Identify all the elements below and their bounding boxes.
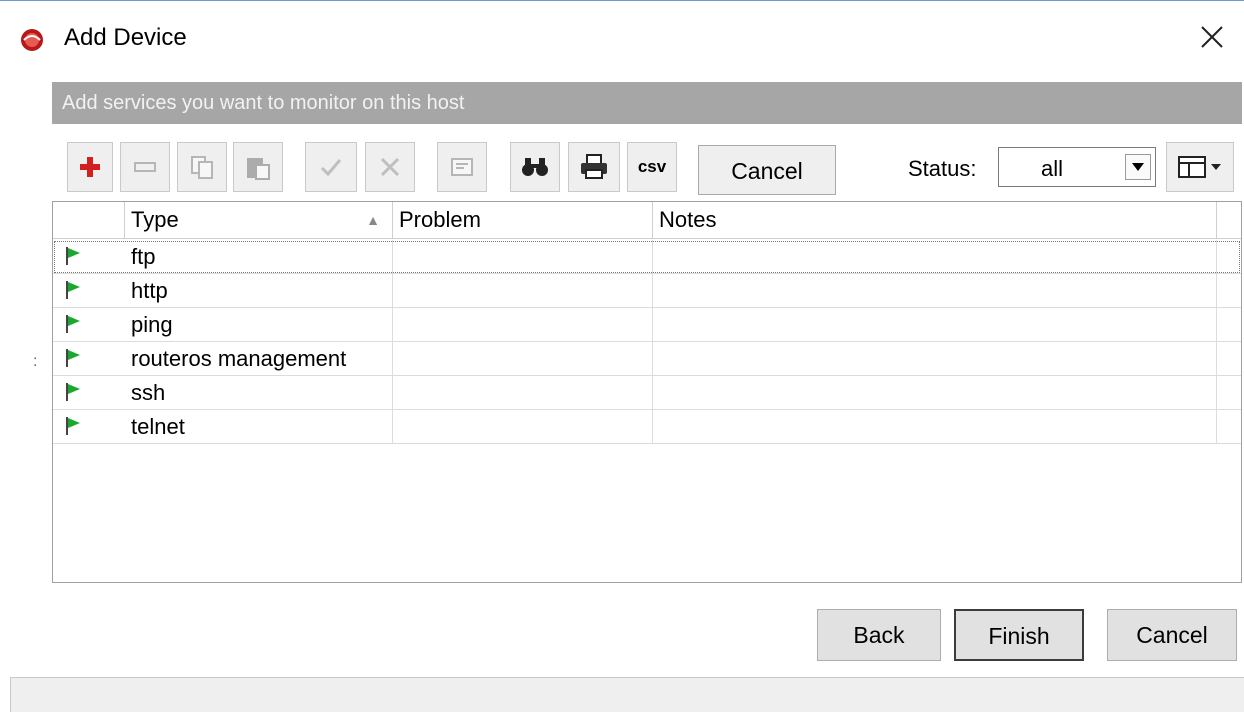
problem-cell xyxy=(393,342,653,375)
type-cell: http xyxy=(125,274,393,307)
type-cell: ssh xyxy=(125,376,393,409)
window-title: Add Device xyxy=(64,24,187,51)
flag-icon xyxy=(66,281,80,299)
close-button[interactable] xyxy=(1195,23,1229,57)
back-button[interactable]: Back xyxy=(817,609,941,661)
flag-icon xyxy=(66,315,80,333)
close-icon xyxy=(1201,26,1223,48)
type-cell: ping xyxy=(125,308,393,341)
find-button[interactable] xyxy=(510,142,560,192)
banner-text: Add services you want to monitor on this… xyxy=(62,92,465,114)
enable-button[interactable] xyxy=(305,142,357,192)
services-table: Type ▲ Problem Notes ftp http ping route… xyxy=(52,201,1242,583)
disable-button[interactable] xyxy=(365,142,415,192)
check-icon xyxy=(320,159,342,177)
column-header-type[interactable]: Type ▲ xyxy=(125,202,393,238)
problem-cell xyxy=(393,240,653,273)
remove-button[interactable] xyxy=(120,142,170,192)
flag-icon xyxy=(66,383,80,401)
cancel-button[interactable]: Cancel xyxy=(1107,609,1237,661)
copy-icon xyxy=(191,156,213,179)
print-button[interactable] xyxy=(568,142,620,192)
column-header-notes[interactable]: Notes xyxy=(653,202,1217,238)
add-button[interactable] xyxy=(67,142,113,192)
x-icon xyxy=(380,157,400,177)
paste-button[interactable] xyxy=(233,142,283,192)
binoculars-icon xyxy=(522,158,548,176)
dropdown-arrow[interactable] xyxy=(1125,154,1151,180)
table-row[interactable]: ssh xyxy=(53,376,1241,410)
plus-icon xyxy=(80,157,100,177)
notes-cell xyxy=(653,376,1217,409)
type-cell: ftp xyxy=(125,240,393,273)
notes-cell xyxy=(653,240,1217,273)
problem-cell xyxy=(393,376,653,409)
chevron-down-icon xyxy=(1132,163,1144,171)
printer-icon xyxy=(581,154,607,179)
comment-icon xyxy=(451,158,473,176)
table-row[interactable]: routeros management xyxy=(53,342,1241,376)
notes-cell xyxy=(653,410,1217,443)
problem-cell xyxy=(393,274,653,307)
toolbar-cancel-button[interactable]: Cancel xyxy=(698,145,836,195)
status-select[interactable]: all xyxy=(998,147,1156,187)
status-bar xyxy=(10,677,1244,712)
comment-button[interactable] xyxy=(437,142,487,192)
export-csv-button[interactable]: csv xyxy=(627,142,677,192)
minus-icon xyxy=(134,162,156,172)
table-header: Type ▲ Problem Notes xyxy=(53,202,1241,239)
splitter-handle[interactable]: : xyxy=(33,353,37,371)
column-chooser-button[interactable] xyxy=(1166,142,1234,192)
paste-icon xyxy=(247,158,270,180)
column-layout-icon xyxy=(1178,156,1221,178)
finish-button[interactable]: Finish xyxy=(954,609,1084,661)
title-bar: Add Device xyxy=(0,1,1244,73)
notes-cell xyxy=(653,342,1217,375)
add-device-dialog: Add Device Add services you want to moni… xyxy=(0,0,1244,712)
flag-icon xyxy=(66,417,80,435)
flag-icon xyxy=(66,349,80,367)
flag-icon xyxy=(66,247,80,265)
status-label: Status: xyxy=(908,156,977,181)
instruction-banner: Add services you want to monitor on this… xyxy=(52,82,1242,124)
table-row[interactable]: ping xyxy=(53,308,1241,342)
notes-cell xyxy=(653,308,1217,341)
table-row[interactable]: telnet xyxy=(53,410,1241,444)
type-cell: routeros management xyxy=(125,342,393,375)
app-logo-icon xyxy=(21,29,43,51)
problem-cell xyxy=(393,410,653,443)
table-row[interactable]: http xyxy=(53,274,1241,308)
sort-ascending-icon: ▲ xyxy=(366,212,380,228)
problem-cell xyxy=(393,308,653,341)
column-header-problem[interactable]: Problem xyxy=(393,202,653,238)
status-value: all xyxy=(1041,156,1064,181)
csv-label: csv xyxy=(637,157,667,176)
notes-cell xyxy=(653,274,1217,307)
type-cell: telnet xyxy=(125,410,393,443)
table-row[interactable]: ftp xyxy=(53,240,1241,274)
flag-column-header[interactable] xyxy=(53,202,125,238)
copy-button[interactable] xyxy=(177,142,227,192)
